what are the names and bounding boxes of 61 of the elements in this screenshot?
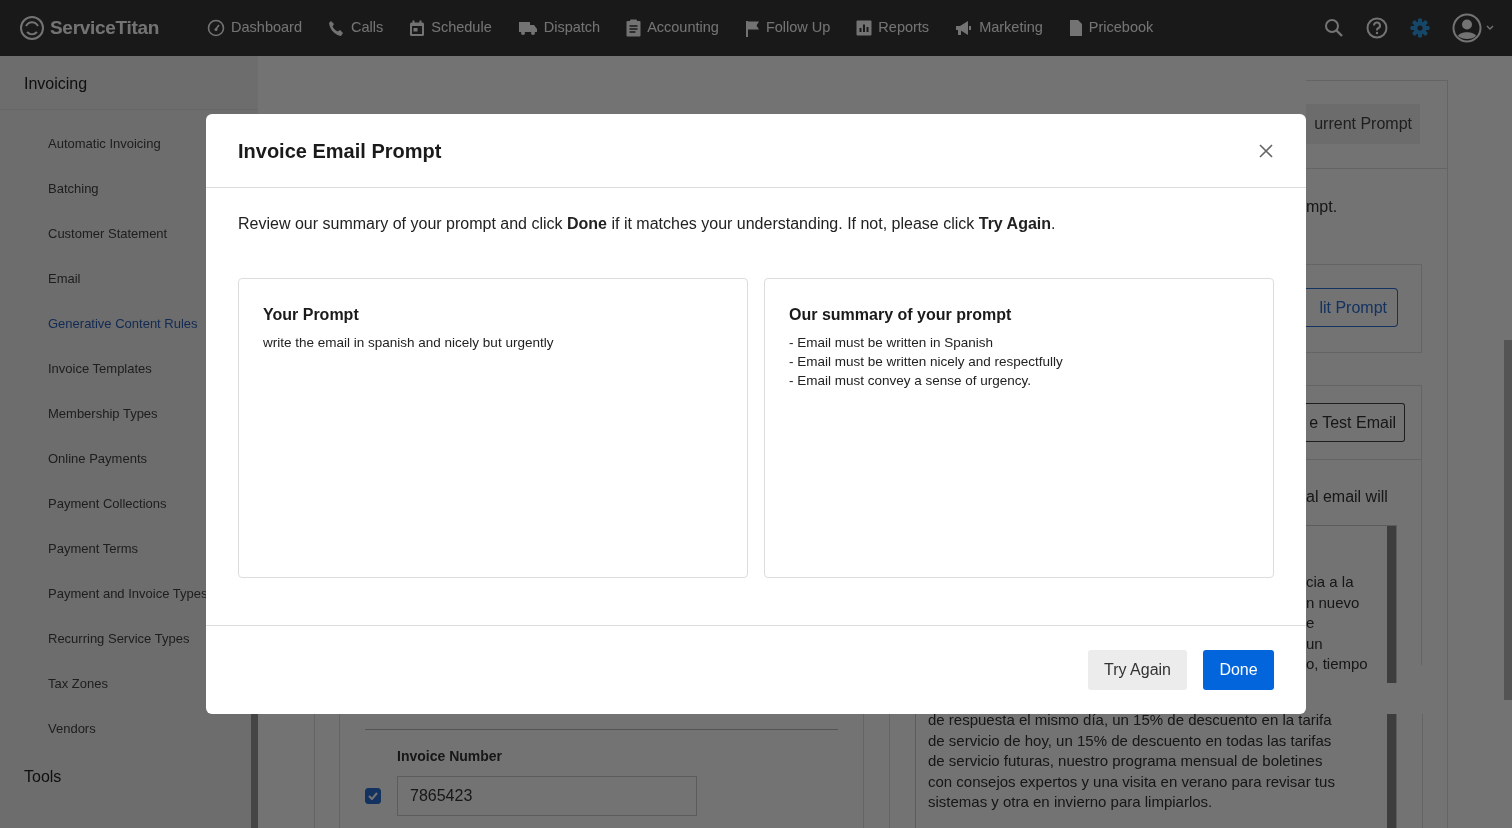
- bar-chart-icon: [856, 20, 873, 36]
- nav-link[interactable]: Pricebook: [1068, 17, 1154, 39]
- edit-prompt-button[interactable]: lit Prompt: [1306, 288, 1398, 327]
- email-text-line: de servicio de hoy, un 15% de descuento en todas las tarifas: [928, 730, 1333, 751]
- email-text-line: con consejos expertos y una visita en verano para revisar tus: [928, 771, 1335, 792]
- email-text-line: un: [1306, 633, 1324, 654]
- nav-link[interactable]: Dashboard: [207, 17, 302, 39]
- gauge-icon: [207, 19, 226, 37]
- description-text: al email will: [1306, 487, 1389, 507]
- brand-name[interactable]: ServiceTitan: [50, 13, 160, 43]
- summary-line: - Email must convey a sense of urgency.: [789, 372, 1033, 390]
- field-label: Invoice Number: [397, 747, 504, 766]
- search-button[interactable]: [1324, 18, 1344, 38]
- nav-link[interactable]: Reports: [856, 17, 930, 39]
- done-button[interactable]: Done: [1203, 650, 1274, 690]
- instruction-text: Review our summary of your prompt and click Done if it matches your understanding. If not, please click Try Again.: [238, 214, 1057, 234]
- email-text-line: o, tiempo: [1306, 654, 1368, 675]
- checkbox[interactable]: [365, 788, 381, 804]
- sidebar-section-title[interactable]: Invoicing: [0, 56, 258, 110]
- caret-icon: [1486, 25, 1494, 31]
- clipboard-icon: [626, 19, 642, 37]
- email-text-line: de respuesta el mismo día, un 15% de descuento en la tarifa: [928, 710, 1333, 730]
- card-title: Our summary of your prompt: [789, 305, 1013, 325]
- phone-icon: [328, 19, 345, 37]
- email-text-line: sistemas y otra en invierno para limpiarlos.: [928, 792, 1214, 813]
- current-prompt-button[interactable]: urrent Prompt: [1306, 104, 1420, 144]
- email-text-line: de servicio futuras, nuestro programa mensual de boletines: [928, 751, 1324, 772]
- summary-line: - Email must be written in Spanish: [789, 334, 995, 352]
- nav-link[interactable]: Schedule: [409, 17, 492, 39]
- document-icon: [1068, 19, 1083, 37]
- scrollbar[interactable]: [1387, 526, 1396, 683]
- description-text: mpt.: [1306, 197, 1339, 217]
- help-button[interactable]: [1366, 17, 1388, 39]
- email-text-line: cia a la: [1306, 572, 1355, 592]
- truck-icon: [517, 20, 538, 36]
- nav-link[interactable]: Marketing: [955, 17, 1043, 39]
- logo-icon: [18, 14, 46, 42]
- email-preview-area[interactable]: cia a la n nuevo e un o, tiempo: [1306, 525, 1397, 683]
- flag-icon: [744, 19, 760, 37]
- test-email-button[interactable]: e Test Email: [1306, 403, 1405, 442]
- nav-link[interactable]: Accounting: [626, 17, 719, 39]
- nav-link[interactable]: Calls: [328, 17, 384, 39]
- try-again-button[interactable]: Try Again: [1088, 650, 1187, 690]
- invoice-number-field[interactable]: 7865423: [397, 776, 697, 816]
- prompt-text: write the email in spanish and nicely but urgently: [263, 334, 555, 352]
- user-menu-button[interactable]: [1452, 13, 1494, 43]
- email-text-line: e: [1306, 613, 1316, 634]
- nav-link[interactable]: Dispatch: [517, 17, 601, 39]
- sidebar-link[interactable]: Vendors: [0, 722, 210, 767]
- nav-link[interactable]: Follow Up: [744, 17, 831, 39]
- megaphone-icon: [955, 20, 974, 36]
- calendar-icon: [409, 19, 426, 37]
- email-text-line: n nuevo: [1306, 592, 1361, 613]
- summary-line: - Email must be written nicely and respectfully: [789, 353, 1064, 371]
- scrollbar[interactable]: [1387, 714, 1396, 828]
- sidebar-link[interactable]: Payment and Invoice Types: [0, 587, 210, 632]
- checkmark-icon: [368, 792, 378, 800]
- dialog-title: Invoice Email Prompt: [238, 138, 442, 163]
- card-title: Your Prompt: [263, 305, 360, 325]
- close-button[interactable]: [1258, 142, 1274, 159]
- scrollbar[interactable]: [1504, 340, 1512, 700]
